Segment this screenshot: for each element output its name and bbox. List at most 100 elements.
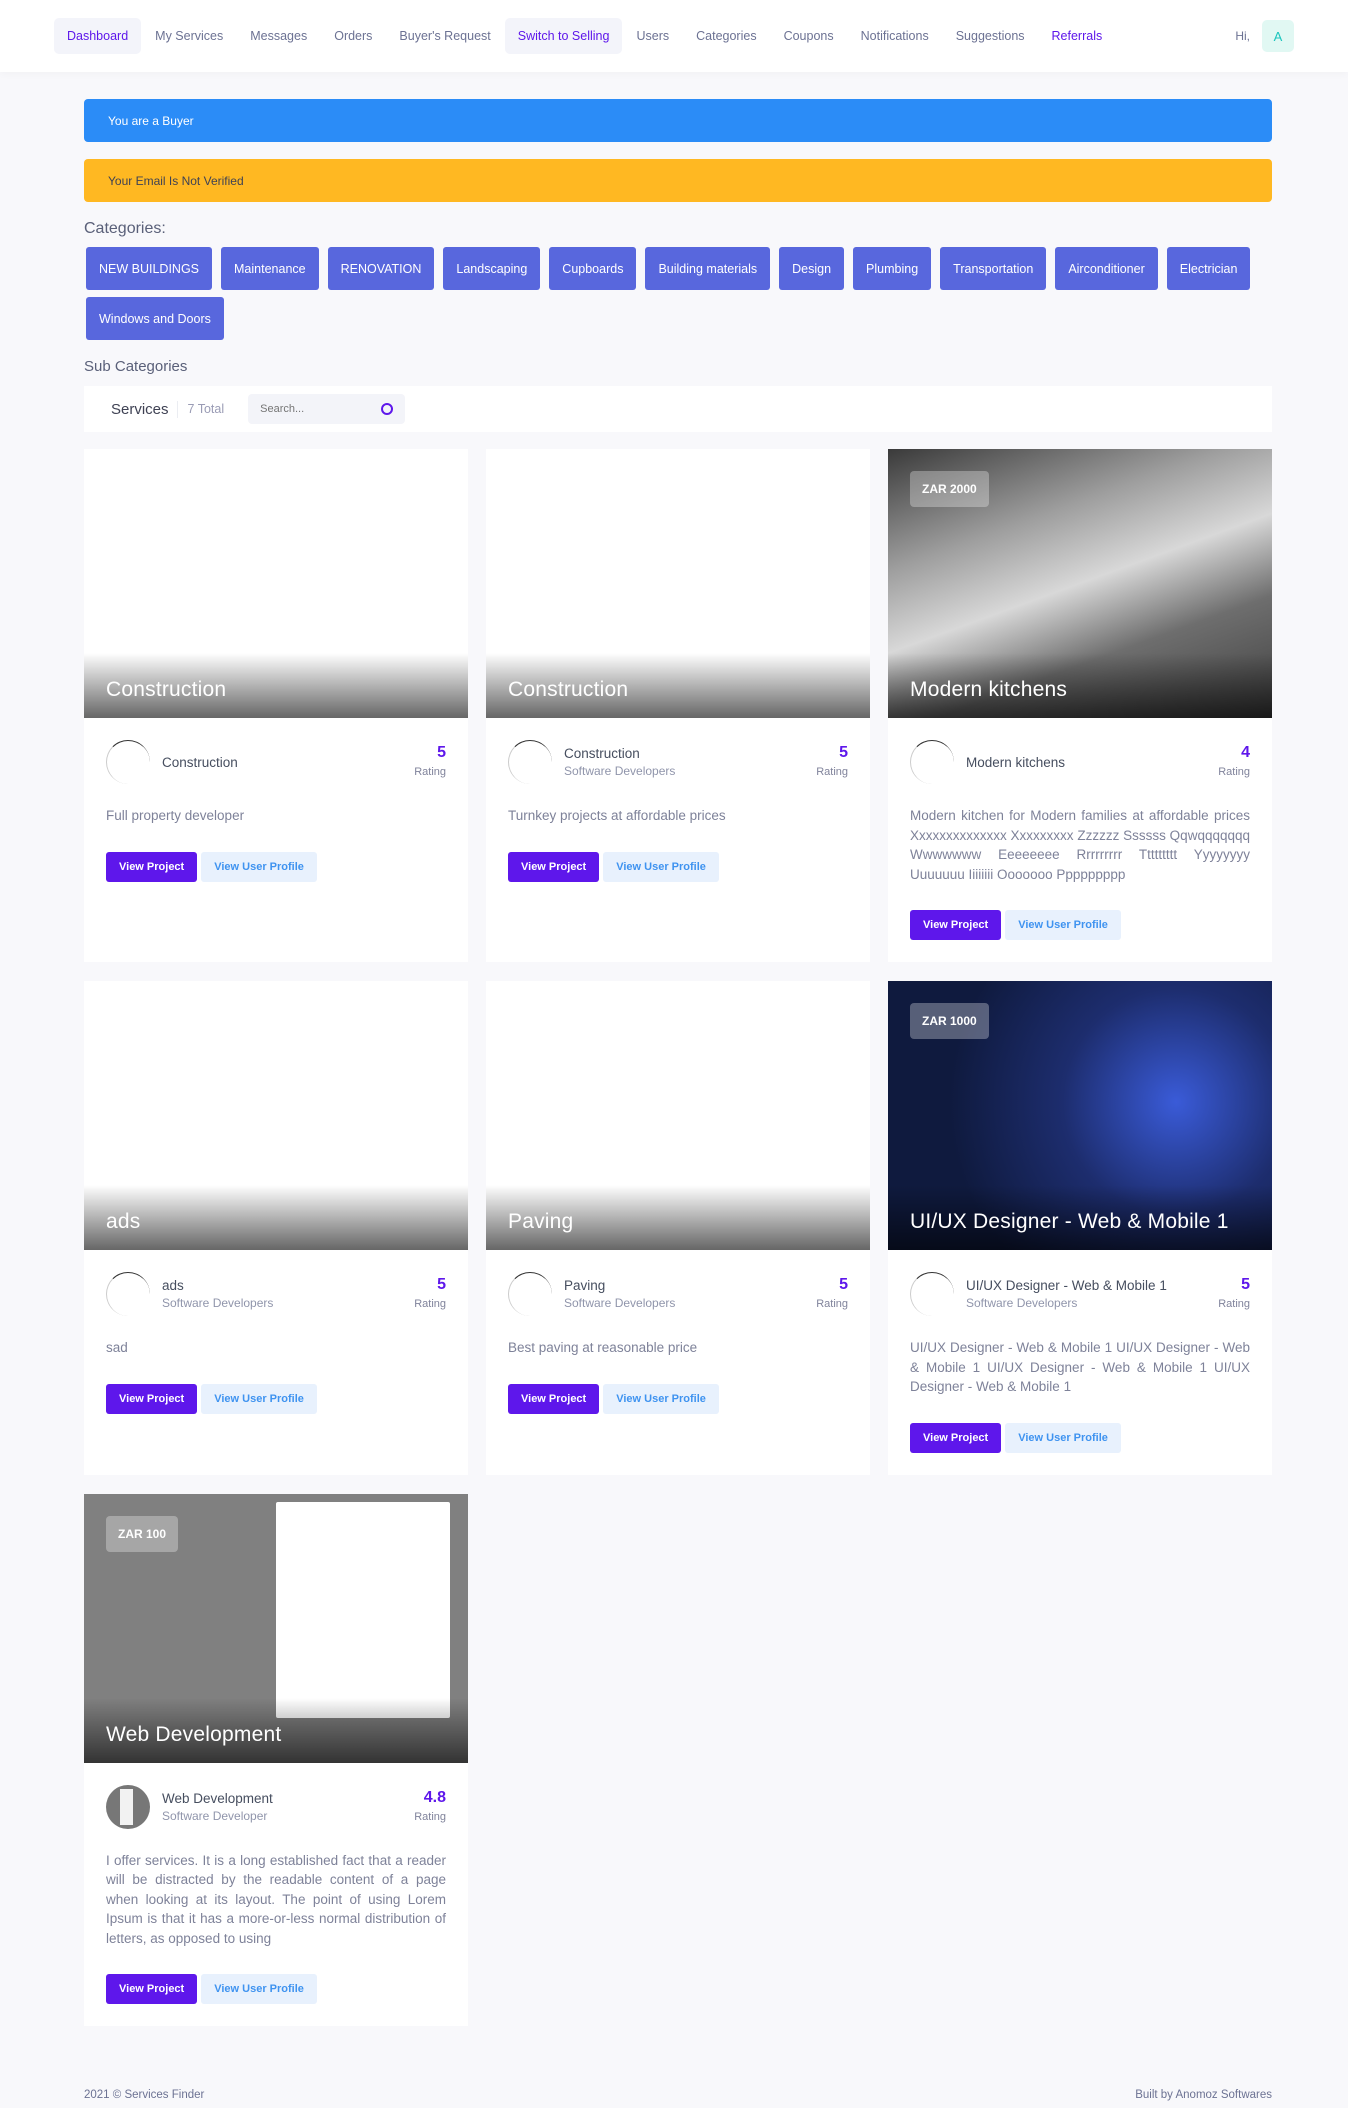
service-card: Construction Construction Software Devel…	[486, 449, 870, 962]
view-user-profile-button[interactable]: View User Profile	[201, 1383, 317, 1414]
service-image-title: Construction	[508, 678, 629, 701]
rating-value: 5	[839, 1276, 848, 1293]
rating-label: Rating	[414, 1810, 446, 1823]
service-image-title: UI/UX Designer - Web & Mobile 1	[910, 1210, 1229, 1233]
nav-buyers-request[interactable]: Buyer's Request	[386, 18, 503, 54]
services-toolbar: Services 7 Total	[84, 386, 1272, 432]
nav-my-services[interactable]: My Services	[142, 18, 236, 54]
view-user-profile-button[interactable]: View User Profile	[201, 851, 317, 882]
service-card: ZAR 100 Web Development Web Development …	[84, 1493, 468, 2026]
service-subtitle: Software Developers	[162, 1296, 274, 1310]
footer-copyright: 2021 © Services Finder	[84, 2089, 205, 2101]
service-name: UI/UX Designer - Web & Mobile 1	[966, 1278, 1167, 1293]
view-project-button[interactable]: View Project	[508, 851, 600, 882]
rating-label: Rating	[414, 766, 446, 778]
nav-categories[interactable]: Categories	[683, 18, 769, 54]
search-input[interactable]	[260, 403, 371, 415]
sub-categories-label: Sub Categories	[84, 358, 188, 375]
service-name: Construction	[162, 754, 238, 770]
provider-avatar	[910, 1272, 954, 1316]
service-card: ads ads Software Developers 5 Rating sad …	[84, 981, 468, 1475]
service-description: Modern kitchen for Modern families at af…	[910, 808, 1250, 882]
service-card: ZAR 1000 UI/UX Designer - Web & Mobile 1…	[888, 981, 1272, 1475]
category-button[interactable]: Windows and Doors	[86, 297, 224, 340]
services-grid: Construction Construction 5 Rating Full p…	[84, 449, 1272, 2026]
service-image-title: ads	[106, 1210, 141, 1233]
service-image-title: Paving	[508, 1210, 574, 1233]
view-user-profile-button[interactable]: View User Profile	[201, 1974, 317, 2004]
rating-label: Rating	[816, 1298, 848, 1310]
service-image[interactable]: ZAR 1000 UI/UX Designer - Web & Mobile 1	[888, 981, 1272, 1250]
nav-suggestions[interactable]: Suggestions	[943, 18, 1038, 54]
category-button[interactable]: NEW BUILDINGS	[86, 247, 213, 290]
service-subtitle: Software Developers	[564, 764, 676, 778]
view-project-button[interactable]: View Project	[910, 1422, 1002, 1453]
service-image-title: Construction	[106, 678, 227, 701]
category-button[interactable]: Building materials	[645, 247, 771, 290]
provider-avatar	[508, 740, 552, 784]
category-button[interactable]: Plumbing	[853, 247, 932, 290]
category-button[interactable]: Landscaping	[443, 247, 541, 290]
service-description: sad	[106, 1340, 128, 1355]
nav-coupons[interactable]: Coupons	[771, 18, 847, 54]
price-badge: ZAR 2000	[910, 471, 989, 507]
nav-notifications[interactable]: Notifications	[848, 18, 942, 54]
view-project-button[interactable]: View Project	[910, 910, 1002, 940]
provider-avatar	[508, 1272, 552, 1316]
category-button[interactable]: Design	[779, 247, 845, 290]
category-list: NEW BUILDINGS Maintenance RENOVATION Landsc…	[86, 247, 1276, 340]
view-project-button[interactable]: View Project	[106, 851, 198, 882]
service-description: UI/UX Designer - Web & Mobile 1 UI/UX De…	[910, 1340, 1250, 1394]
user-avatar[interactable]: A	[1262, 20, 1294, 52]
rating-value: 5	[1241, 1276, 1250, 1293]
category-button[interactable]: Transportation	[940, 247, 1047, 290]
nav-dashboard[interactable]: Dashboard	[54, 18, 142, 54]
service-image[interactable]: ZAR 2000 Modern kitchens	[888, 449, 1272, 718]
service-image[interactable]: ads	[84, 981, 468, 1250]
view-project-button[interactable]: View Project	[508, 1383, 600, 1414]
category-button[interactable]: Maintenance	[221, 247, 319, 290]
service-image-title: Web Development	[106, 1722, 282, 1746]
service-name: Paving	[564, 1278, 606, 1293]
view-user-profile-button[interactable]: View User Profile	[1005, 910, 1121, 940]
category-button[interactable]: Cupboards	[549, 247, 637, 290]
screenshot-thumbnail	[276, 1501, 450, 1718]
category-button[interactable]: RENOVATION	[327, 247, 435, 290]
provider-avatar	[106, 740, 150, 784]
nav-referrals[interactable]: Referrals	[1039, 18, 1116, 54]
view-project-button[interactable]: View Project	[106, 1974, 198, 2004]
service-subtitle: Software Developer	[162, 1808, 268, 1823]
view-user-profile-button[interactable]: View User Profile	[603, 851, 719, 882]
rating-label: Rating	[1218, 766, 1250, 778]
rating-label: Rating	[816, 766, 848, 778]
email-not-verified-alert: Your Email Is Not Verified	[84, 159, 1272, 202]
rating-label: Rating	[1218, 1298, 1250, 1310]
provider-avatar	[106, 1784, 150, 1829]
rating-label: Rating	[414, 1298, 446, 1310]
service-image-title: Modern kitchens	[910, 678, 1068, 701]
view-project-button[interactable]: View Project	[106, 1383, 198, 1414]
categories-label: Categories:	[84, 220, 166, 237]
service-image[interactable]: Construction	[486, 449, 870, 718]
nav-messages[interactable]: Messages	[237, 18, 320, 54]
price-badge: ZAR 1000	[910, 1003, 989, 1039]
category-button[interactable]: Airconditioner	[1055, 247, 1158, 290]
view-user-profile-button[interactable]: View User Profile	[1005, 1422, 1121, 1453]
view-user-profile-button[interactable]: View User Profile	[603, 1383, 719, 1414]
search-icon[interactable]	[381, 403, 394, 415]
nav-users[interactable]: Users	[623, 18, 682, 54]
category-button[interactable]: Electrician	[1166, 247, 1251, 290]
nav-switch-to-selling[interactable]: Switch to Selling	[504, 18, 623, 54]
service-description: Turnkey projects at affordable prices	[508, 808, 726, 823]
service-image[interactable]: Paving	[486, 981, 870, 1250]
greeting: Hi,	[1235, 29, 1250, 43]
nav-orders[interactable]: Orders	[321, 18, 385, 54]
service-image[interactable]: ZAR 100 Web Development	[84, 1493, 468, 1763]
service-card: Paving Paving Software Developers 5 Ratin…	[486, 981, 870, 1475]
service-description: Best paving at reasonable price	[508, 1340, 698, 1355]
top-nav: Dashboard My Services Messages Orders Bu…	[0, 0, 1348, 72]
search-box[interactable]	[248, 394, 406, 424]
service-image[interactable]: Construction	[84, 449, 468, 718]
provider-avatar	[910, 740, 954, 784]
service-name: Modern kitchens	[966, 754, 1066, 770]
